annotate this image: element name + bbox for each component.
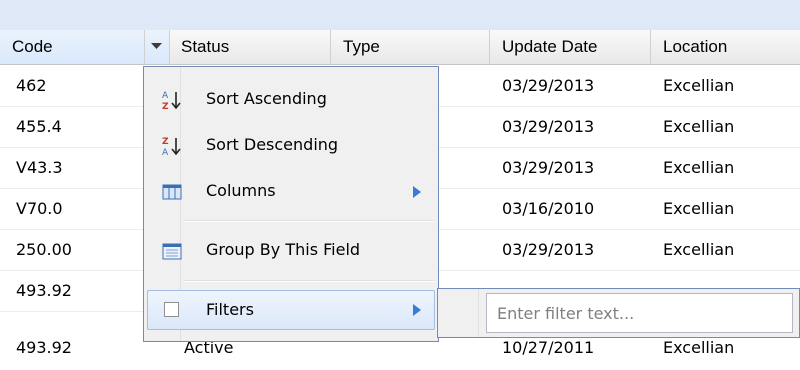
column-header-label: Update Date bbox=[502, 37, 598, 56]
column-header-location[interactable]: Location bbox=[651, 30, 800, 64]
menu-item-label: Columns bbox=[206, 181, 276, 200]
cell-code: 455.4 bbox=[16, 117, 62, 136]
menu-item-columns[interactable]: Columns bbox=[144, 171, 438, 211]
cell-code: V43.3 bbox=[16, 158, 63, 177]
grid-toolbar bbox=[0, 0, 800, 30]
sort-ascending-icon: A Z bbox=[162, 91, 181, 111]
cell-code: 462 bbox=[16, 76, 47, 95]
menu-item-label: Group By This Field bbox=[206, 240, 361, 259]
svg-text:A: A bbox=[162, 91, 169, 101]
menu-item-label: Sort Ascending bbox=[206, 89, 327, 108]
menu-item-sort-ascending[interactable]: A Z Sort Ascending bbox=[144, 79, 438, 119]
menu-item-filters[interactable]: Filters bbox=[147, 290, 435, 330]
column-header-status[interactable]: Status bbox=[169, 30, 331, 64]
cell-location: Excellian bbox=[663, 158, 735, 177]
column-header-label: Code bbox=[12, 37, 53, 56]
grid-header: Code Status Type Update Date Location bbox=[0, 30, 800, 65]
column-header-update-date[interactable]: Update Date bbox=[490, 30, 651, 64]
menu-item-group-by[interactable]: Group By This Field bbox=[144, 230, 438, 270]
cell-code: 493.92 bbox=[16, 338, 72, 357]
filters-checkbox[interactable] bbox=[164, 302, 179, 317]
cell-code: V70.0 bbox=[16, 199, 63, 218]
cell-location: Excellian bbox=[663, 240, 735, 259]
filter-submenu bbox=[437, 288, 800, 338]
cell-location: Excellian bbox=[663, 117, 735, 136]
cell-update-date: 03/29/2013 bbox=[502, 76, 595, 95]
submenu-arrow-icon bbox=[413, 186, 421, 198]
svg-text:Z: Z bbox=[162, 102, 169, 111]
column-header-label: Status bbox=[181, 37, 230, 56]
menu-item-label: Sort Descending bbox=[206, 135, 339, 154]
cell-code: 493.92 bbox=[16, 281, 72, 300]
cell-update-date: 03/29/2013 bbox=[502, 117, 595, 136]
sort-descending-icon: Z A bbox=[162, 137, 181, 157]
column-header-label: Type bbox=[343, 37, 380, 56]
group-by-icon bbox=[162, 243, 182, 260]
menu-icon-gutter bbox=[438, 289, 479, 337]
column-header-label: Location bbox=[663, 37, 728, 56]
menu-item-sort-descending[interactable]: Z A Sort Descending bbox=[144, 125, 438, 165]
column-context-menu: A Z Sort Ascending Z A Sort Descending C… bbox=[143, 66, 439, 342]
svg-text:A: A bbox=[162, 148, 169, 157]
columns-icon bbox=[162, 184, 182, 200]
menu-separator bbox=[184, 220, 434, 222]
dropdown-trigger-icon bbox=[151, 43, 162, 49]
menu-item-label: Filters bbox=[206, 300, 254, 319]
svg-text:Z: Z bbox=[162, 137, 169, 147]
cell-location: Excellian bbox=[663, 76, 735, 95]
filter-text-input[interactable] bbox=[486, 293, 793, 333]
menu-separator bbox=[184, 280, 434, 282]
submenu-arrow-icon bbox=[413, 304, 421, 316]
column-header-code[interactable]: Code bbox=[0, 30, 145, 64]
column-header-type[interactable]: Type bbox=[331, 30, 490, 64]
cell-update-date: 03/29/2013 bbox=[502, 158, 595, 177]
cell-code: 250.00 bbox=[16, 240, 72, 259]
cell-update-date: 03/16/2010 bbox=[502, 199, 595, 218]
cell-location: Excellian bbox=[663, 199, 735, 218]
column-menu-trigger[interactable] bbox=[145, 30, 170, 64]
cell-update-date: 03/29/2013 bbox=[502, 240, 595, 259]
